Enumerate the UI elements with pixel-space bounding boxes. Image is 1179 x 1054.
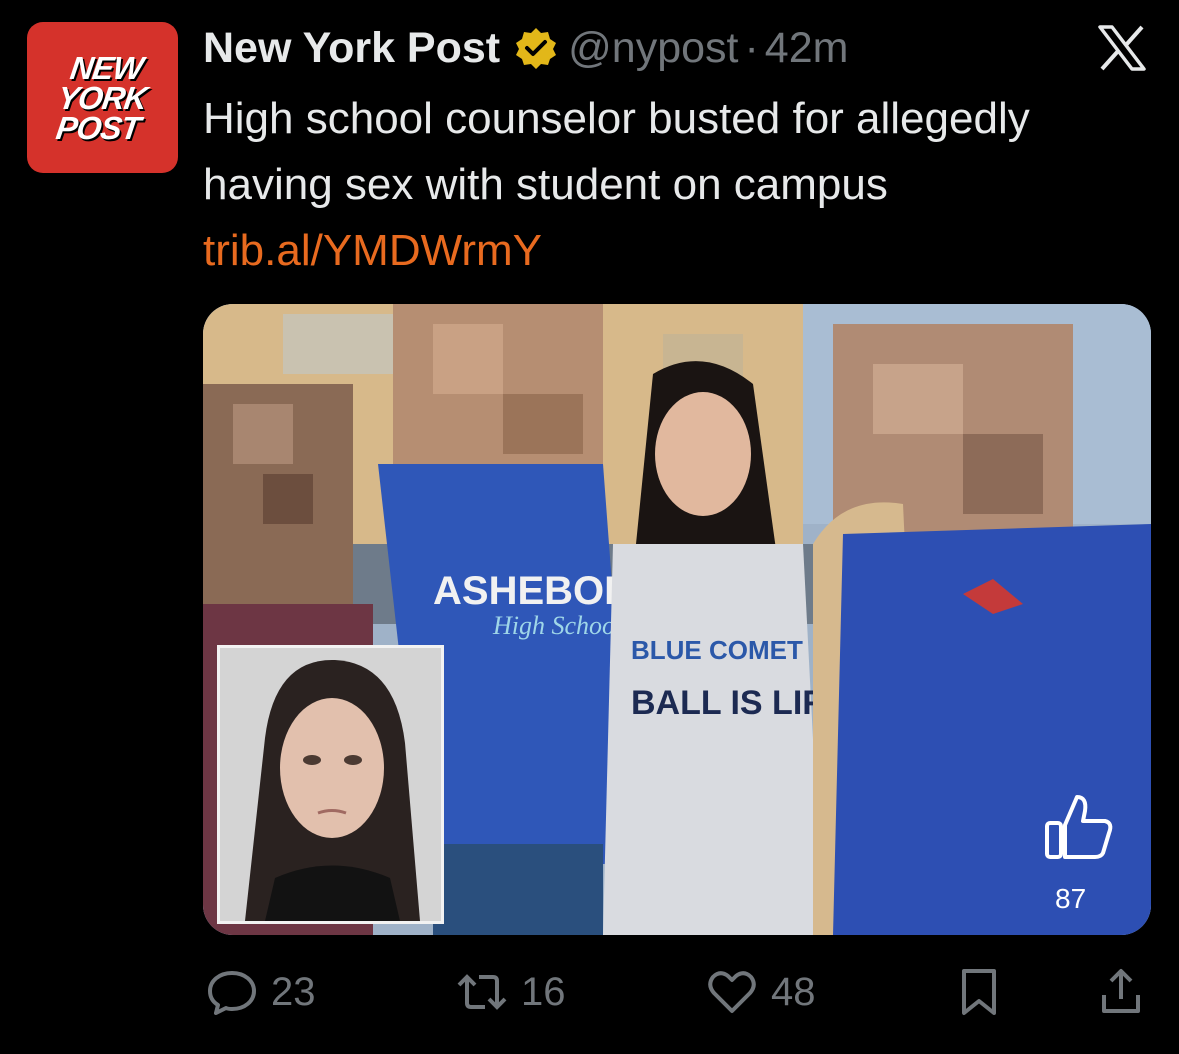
tweet-link[interactable]: trib.al/YMDWrmY [203, 226, 542, 275]
pixelated-face-center [393, 304, 603, 474]
reply-button[interactable]: 23 [205, 960, 316, 1024]
tweet-action-bar: 23 16 48 [0, 960, 1179, 1024]
media-like-count: 87 [1055, 883, 1087, 914]
share-button[interactable] [1094, 960, 1148, 1024]
account-handle[interactable]: @nypost [568, 24, 738, 73]
repost-count: 16 [521, 969, 566, 1014]
reply-count: 23 [271, 969, 316, 1014]
post-time[interactable]: 42m [765, 24, 849, 73]
heart-icon [708, 971, 756, 1013]
separator-dot: · [744, 23, 759, 72]
verified-badge-icon [514, 26, 558, 70]
shirt-text-blue-comet: BLUE COMET [631, 635, 803, 665]
mugshot-inset [217, 645, 444, 924]
pixelated-face-right [833, 324, 1073, 534]
bookmark-button[interactable] [952, 960, 1006, 1024]
repost-icon [457, 974, 507, 1010]
like-count: 48 [771, 969, 816, 1014]
reply-icon [208, 971, 256, 1015]
thumbs-up-icon [1043, 791, 1115, 863]
repost-button[interactable]: 16 [455, 960, 566, 1024]
bookmark-icon [962, 969, 996, 1015]
like-button[interactable]: 48 [705, 960, 816, 1024]
share-icon [1102, 969, 1140, 1013]
tweet-body: High school counselor busted for alleged… [203, 94, 1030, 209]
account-name[interactable]: New York Post [203, 24, 500, 73]
mugshot-photo [220, 648, 441, 921]
account-avatar[interactable]: NEW YORK POST [27, 22, 178, 173]
x-logo-icon [1097, 25, 1147, 71]
new-york-post-logo: NEW YORK POST [54, 49, 150, 146]
shirt-text-high-school: High School [492, 611, 622, 640]
pixelated-face-left [203, 384, 353, 614]
tweet-header: New York Post @nypost · 42m [203, 22, 848, 74]
tweet-text: High school counselor busted for alleged… [203, 86, 1103, 284]
